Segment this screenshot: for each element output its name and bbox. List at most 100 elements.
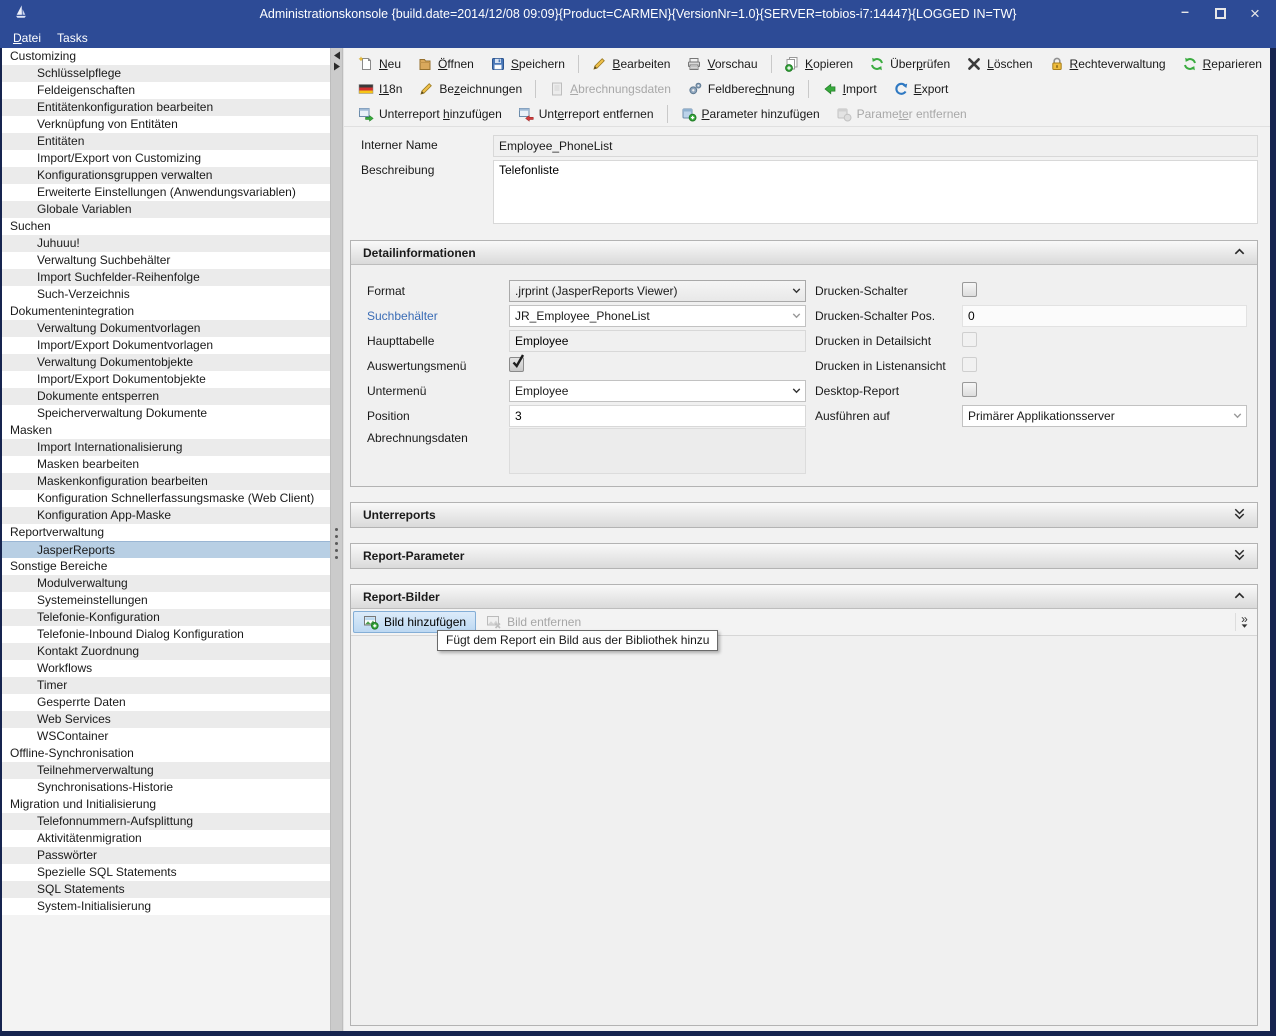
report-bilder-header[interactable]: Report-Bilder [351,585,1257,609]
overflow-chevron-icon[interactable]: » [1235,613,1253,631]
report-parameter-header[interactable]: Report-Parameter [351,544,1257,568]
desktop-report-checkbox[interactable] [962,382,977,397]
sidebar-item[interactable]: Kontakt Zuordnung [2,643,330,660]
sidebar-item[interactable]: SQL Statements [2,881,330,898]
sidebar-item[interactable]: Systemeinstellungen [2,592,330,609]
sidebar-item[interactable]: Dokumente entsperren [2,388,330,405]
sidebar-item[interactable]: Konfiguration App-Maske [2,507,330,524]
abrechnungsdaten-button[interactable]: Abrechnungsdaten [541,78,679,100]
sidebar-item[interactable]: Verwaltung Suchbehälter [2,252,330,269]
sidebar-item[interactable]: Import/Export Dokumentvorlagen [2,337,330,354]
sidebar-item[interactable]: Telefonie-Konfiguration [2,609,330,626]
sidebar-item[interactable]: Masken [2,422,330,439]
oeffnen-button[interactable]: Öffnen [409,53,482,75]
ausfuehren-auf-select[interactable]: Primärer Applikationsserver [962,405,1247,427]
maximize-icon[interactable] [1213,7,1227,21]
splitter-right-arrow-icon[interactable] [333,62,341,71]
suchbehaelter-select[interactable]: JR_Employee_PhoneList [509,305,806,327]
expand-double-down-icon[interactable] [1232,547,1247,565]
export-button[interactable]: Export [885,78,957,100]
sidebar-item[interactable]: Synchronisations-Historie [2,779,330,796]
sidebar-item[interactable]: Maskenkonfiguration bearbeiten [2,473,330,490]
sidebar-item[interactable]: Reportverwaltung [2,524,330,541]
sidebar-item[interactable]: Offline-Synchronisation [2,745,330,762]
expand-double-down-icon[interactable] [1232,506,1247,524]
sidebar-item[interactable]: Verknüpfung von Entitäten [2,116,330,133]
parameter-hinzufuegen-button[interactable]: Parameter hinzufügen [673,103,828,125]
sidebar-item[interactable]: Entitäten [2,133,330,150]
splitter-left-arrow-icon[interactable] [333,51,341,60]
interner-name-input[interactable] [493,135,1258,157]
sidebar-item[interactable]: Telefonie-Inbound Dialog Konfiguration [2,626,330,643]
neu-button[interactable]: Neu [350,53,409,75]
sidebar-item[interactable]: Such-Verzeichnis [2,286,330,303]
sidebar-item[interactable]: Gesperrte Daten [2,694,330,711]
collapse-up-icon[interactable] [1232,245,1247,261]
sidebar-item[interactable]: Masken bearbeiten [2,456,330,473]
collapse-up-icon[interactable] [1232,589,1247,605]
bearbeiten-button[interactable]: Bearbeiten [583,53,678,75]
sidebar-item[interactable]: Passwörter [2,847,330,864]
drucken-schalter-pos-input[interactable] [962,305,1247,327]
sidebar-item[interactable]: Web Services [2,711,330,728]
rechteverwaltung-button[interactable]: Rechteverwaltung [1041,53,1174,75]
menu-tasks[interactable]: Tasks [57,31,88,45]
sidebar-item[interactable]: Globale Variablen [2,201,330,218]
suchbehaelter-label[interactable]: Suchbehälter [367,309,509,323]
sidebar-item[interactable]: Schlüsselpflege [2,65,330,82]
sidebar-item[interactable]: Speicherverwaltung Dokumente [2,405,330,422]
vorschau-button[interactable]: Vorschau [678,53,765,75]
close-icon[interactable]: × [1248,7,1262,21]
sidebar-item[interactable]: System-Initialisierung [2,898,330,915]
auswertungsmenue-checkbox[interactable] [509,357,524,372]
sidebar-item[interactable]: Workflows [2,660,330,677]
kopieren-button[interactable]: Kopieren [776,53,861,75]
sidebar-item[interactable]: Customizing [2,48,330,65]
parameter-entfernen-button[interactable]: Parameter entfernen [828,103,975,125]
beschreibung-textarea[interactable]: Telefonliste [493,160,1258,224]
splitter-grip-icon[interactable] [331,528,342,559]
untermenue-select[interactable]: Employee [509,380,806,402]
sidebar-item[interactable]: WSContainer [2,728,330,745]
drucken-schalter-checkbox[interactable] [962,282,977,297]
sidebar-item[interactable]: Aktivitätenmigration [2,830,330,847]
detailinformationen-header[interactable]: Detailinformationen [351,241,1257,265]
sidebar-item[interactable]: Telefonnummern-Aufsplittung [2,813,330,830]
sidebar-item[interactable]: Modulverwaltung [2,575,330,592]
unterreport-hinzufuegen-button[interactable]: Unterreport hinzufügen [350,103,510,125]
bezeichnungen-button[interactable]: Bezeichnungen [410,78,530,100]
sidebar-item[interactable]: Erweiterte Einstellungen (Anwendungsvari… [2,184,330,201]
sidebar-item[interactable]: Import Suchfelder-Reihenfolge [2,269,330,286]
sidebar-item[interactable]: Spezielle SQL Statements [2,864,330,881]
sidebar-item[interactable]: Migration und Initialisierung [2,796,330,813]
sidebar-item[interactable]: Teilnehmerverwaltung [2,762,330,779]
menu-datei[interactable]: Datei [13,31,41,45]
sidebar-item[interactable]: Verwaltung Dokumentvorlagen [2,320,330,337]
loeschen-button[interactable]: Löschen [958,53,1040,75]
sidebar-item[interactable]: Dokumentenintegration [2,303,330,320]
i18n-button[interactable]: I18n [350,78,410,100]
sidebar-item[interactable]: Verwaltung Dokumentobjekte [2,354,330,371]
feldberechnung-button[interactable]: Feldberechnung [679,78,803,100]
sidebar-item[interactable]: Sonstige Bereiche [2,558,330,575]
haupttabelle-input[interactable] [509,330,806,352]
format-select[interactable]: .jrprint (JasperReports Viewer) [509,280,806,302]
sidebar-splitter[interactable] [330,48,343,1031]
sidebar-item[interactable]: JasperReports [2,541,330,558]
ueberpruefen-button[interactable]: Überprüfen [861,53,958,75]
sidebar-item[interactable]: Konfiguration Schnellerfassungsmaske (We… [2,490,330,507]
reparieren-button[interactable]: Reparieren [1174,53,1270,75]
sidebar-item[interactable]: Timer [2,677,330,694]
unterreport-entfernen-button[interactable]: Unterreport entfernen [510,103,662,125]
sidebar-item[interactable]: Feldeigenschaften [2,82,330,99]
sidebar-item[interactable]: Import/Export von Customizing [2,150,330,167]
sidebar-item[interactable]: Import Internationalisierung [2,439,330,456]
sidebar-item[interactable]: Import/Export Dokumentobjekte [2,371,330,388]
sidebar-item[interactable]: Konfigurationsgruppen verwalten [2,167,330,184]
sidebar-item[interactable]: Juhuuu! [2,235,330,252]
sidebar-item[interactable]: Suchen [2,218,330,235]
sidebar-item[interactable]: Entitätenkonfiguration bearbeiten [2,99,330,116]
position-input[interactable] [509,405,806,427]
import-button[interactable]: Import [814,78,885,100]
minimize-icon[interactable]: – [1178,7,1192,21]
